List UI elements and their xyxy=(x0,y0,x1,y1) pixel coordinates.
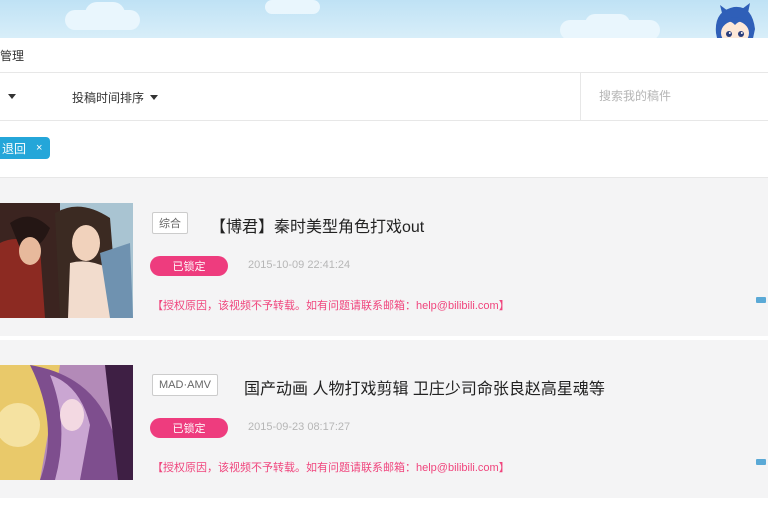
zone-tag: MAD·AMV xyxy=(152,374,218,396)
search-input[interactable] xyxy=(597,88,761,104)
mascot-avatar xyxy=(715,3,755,38)
cloud-decoration xyxy=(265,0,320,14)
list-item: MAD·AMV 国产动画 人物打戏剪辑 卫庄少司命张良赵高星魂等 已锁定 201… xyxy=(0,340,768,498)
lock-reason: 【授权原因，该视频不予转载。如有问题请联系邮箱：help@bilibili.co… xyxy=(152,462,510,474)
cloud-decoration xyxy=(585,14,630,34)
filter-row: 退回 × xyxy=(0,121,768,178)
item-action-icon[interactable] xyxy=(754,458,768,466)
title-row: 管理 xyxy=(0,38,768,73)
item-title[interactable]: 国产动画 人物打戏剪辑 卫庄少司命张良赵高星魂等 xyxy=(244,375,605,399)
video-thumbnail[interactable] xyxy=(0,203,133,318)
active-filter-tag[interactable]: 退回 × xyxy=(0,137,51,159)
lock-reason: 【授权原因，该视频不予转载。如有问题请联系邮箱：help@bilibili.co… xyxy=(152,300,510,312)
filter-tag-label: 退回 xyxy=(2,141,27,156)
type-dropdown-caret-icon[interactable] xyxy=(8,94,16,99)
zone-tag: 综合 xyxy=(152,212,188,234)
chevron-down-icon xyxy=(150,95,159,100)
list-item: 综合 【博君】秦时美型角色打戏out 已锁定 2015-10-09 22:41:… xyxy=(0,178,768,336)
cloud-decoration xyxy=(85,2,125,26)
page-title: 管理 xyxy=(0,49,25,63)
status-badge: 已锁定 xyxy=(150,418,228,438)
sort-dropdown[interactable]: 投稿时间排序 xyxy=(72,89,159,106)
close-icon[interactable]: × xyxy=(36,142,42,154)
status-badge: 已锁定 xyxy=(150,256,228,276)
toolbar: 投稿时间排序 xyxy=(0,73,768,121)
search-box xyxy=(580,73,768,120)
item-timestamp: 2015-10-09 22:41:24 xyxy=(248,259,351,271)
item-timestamp: 2015-09-23 08:17:27 xyxy=(248,421,351,433)
video-thumbnail[interactable] xyxy=(0,365,133,480)
sort-dropdown-label: 投稿时间排序 xyxy=(72,91,145,105)
item-title[interactable]: 【博君】秦时美型角色打戏out xyxy=(210,213,424,237)
item-action-icon[interactable] xyxy=(754,296,768,304)
top-banner xyxy=(0,0,768,38)
manuscript-panel: 管理 投稿时间排序 退回 × 综合 【博君 xyxy=(0,38,768,510)
